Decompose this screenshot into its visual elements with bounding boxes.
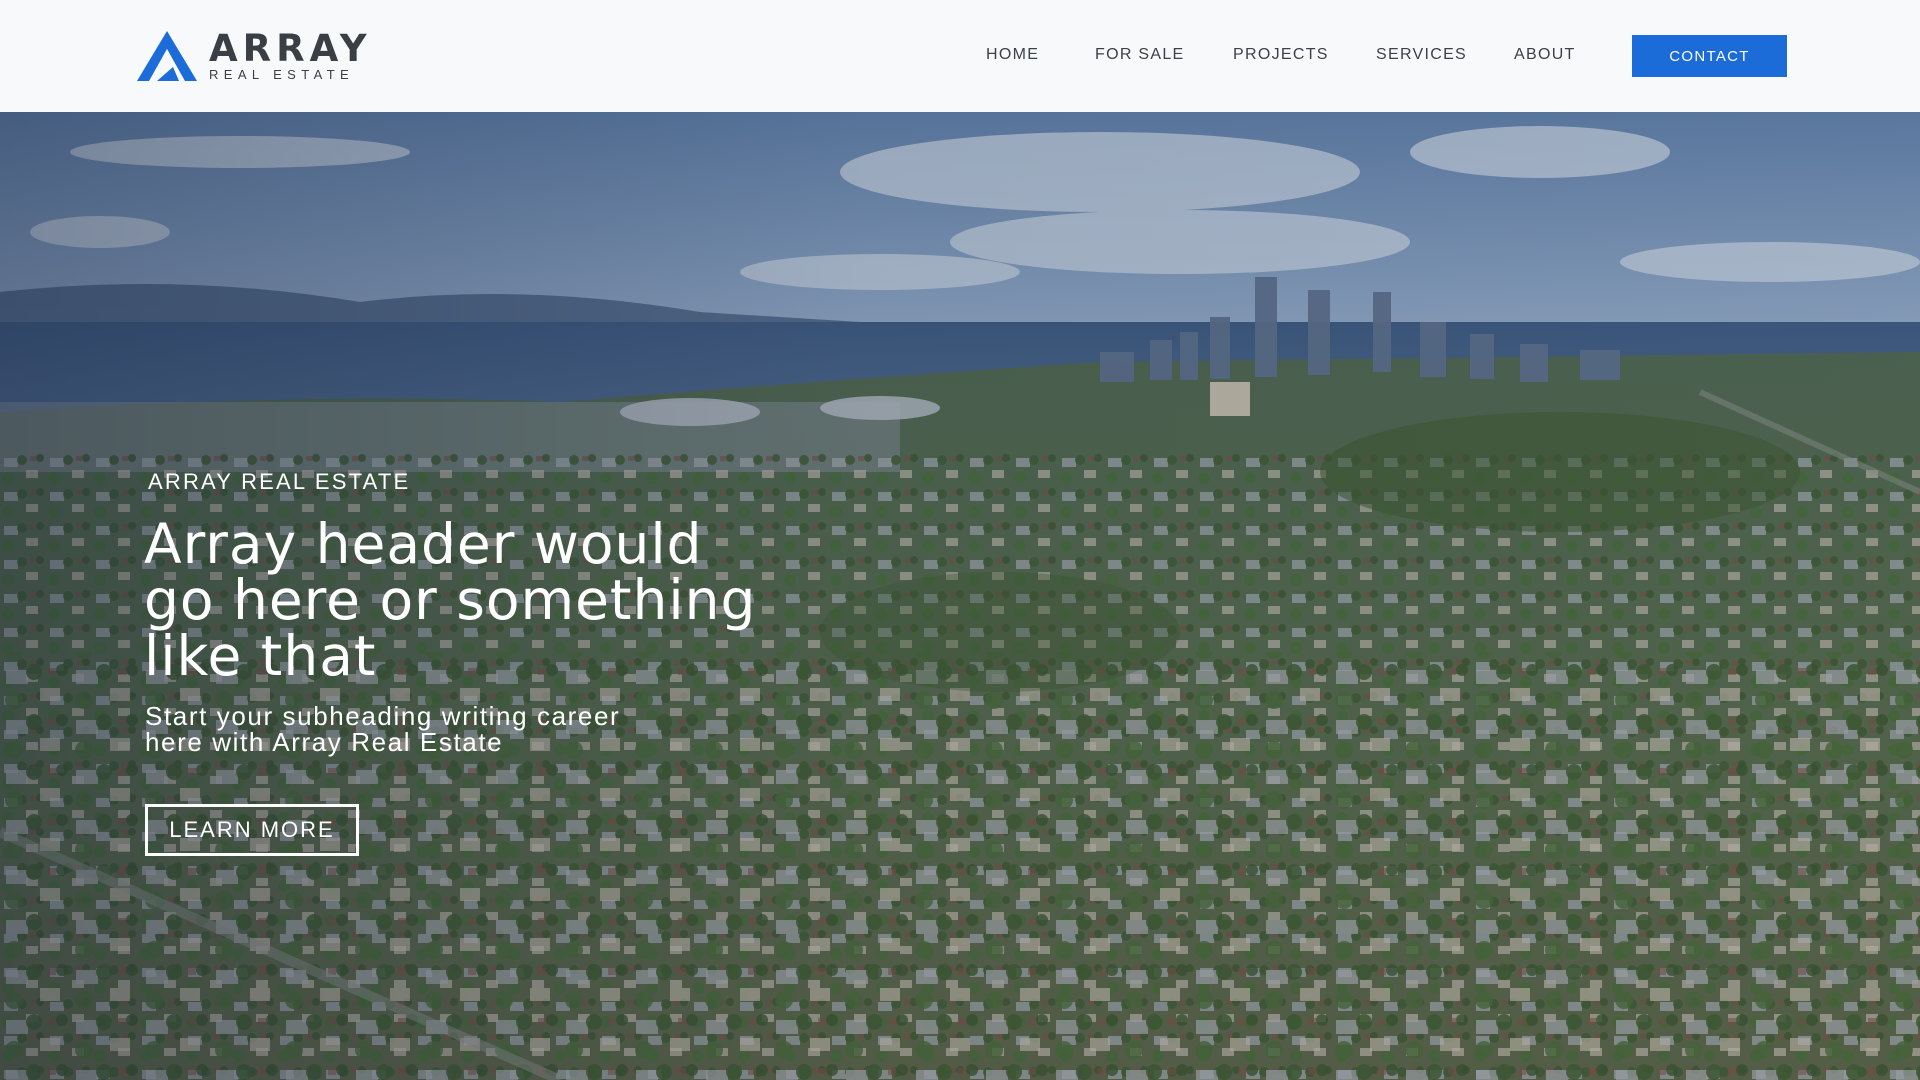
nav-about-link[interactable]: ABOUT (1514, 46, 1576, 64)
nav-services-link[interactable]: SERVICES (1376, 46, 1467, 64)
nav-home-link[interactable]: HOME (986, 46, 1039, 64)
learn-more-button[interactable]: LEARN MORE (145, 804, 359, 856)
hero-subheading: Start your subheading writing career her… (145, 701, 621, 757)
hero-eyebrow: ARRAY REAL ESTATE (148, 469, 411, 494)
hero-section: ARRAY REAL ESTATE Array header would go … (0, 112, 1920, 1080)
hero-headline: Array header would go here or something … (144, 512, 757, 688)
contact-button[interactable]: CONTACT (1632, 35, 1787, 77)
nav-projects-link[interactable]: PROJECTS (1233, 46, 1329, 64)
nav-for-sale-link[interactable]: FOR SALE (1095, 46, 1185, 64)
site-header: ARRAY REAL ESTATE HOME FOR SALE PROJECTS… (0, 0, 1920, 112)
